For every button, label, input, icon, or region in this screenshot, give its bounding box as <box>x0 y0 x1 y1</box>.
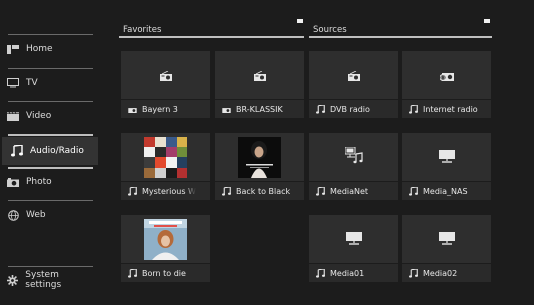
music-note-icon <box>315 186 325 196</box>
tv-icon <box>6 77 20 89</box>
music-note-icon <box>408 186 418 196</box>
tile-internet-radio[interactable]: Internet radio <box>402 51 491 119</box>
nav-divider <box>8 68 93 69</box>
tile-bayern-3[interactable]: Bayern 3 <box>121 51 210 119</box>
globe-icon <box>6 209 20 221</box>
radio-icon <box>347 66 360 85</box>
tile-label: Bayern 3 <box>142 104 178 114</box>
camera-icon <box>6 176 20 188</box>
nav-divider <box>8 34 93 35</box>
tile-label: BR-KLASSIK <box>236 104 283 114</box>
music-note-icon <box>408 268 418 278</box>
favorites-underline <box>119 36 304 38</box>
sources-indicator <box>484 19 490 23</box>
sidebar-item-label: TV <box>26 78 38 88</box>
nas-server-icon <box>438 230 455 249</box>
tile-media-nas[interactable]: Media_NAS <box>402 133 491 201</box>
music-note-icon <box>408 104 418 114</box>
tile-label: Born to die <box>142 268 186 278</box>
nav-divider <box>8 134 93 136</box>
sidebar-item-video[interactable]: Video <box>6 104 94 128</box>
music-note-icon <box>221 186 231 196</box>
sidebar-item-web[interactable]: Web <box>6 203 94 227</box>
tile-label: Internet radio <box>423 104 478 114</box>
tile-medianet[interactable]: MediaNet <box>309 133 398 201</box>
sources-underline <box>309 36 492 38</box>
nav-divider <box>8 200 93 201</box>
sidebar-item-audio-radio[interactable]: Audio/Radio <box>2 137 98 165</box>
sidebar-item-label: Web <box>26 210 46 220</box>
media-network-icon <box>344 146 363 168</box>
sidebar: Home TV Video Audio/Radio Photo Web Syst… <box>0 0 98 305</box>
tile-label: MediaNet <box>330 186 369 196</box>
nas-server-icon <box>438 148 455 167</box>
album-cover-born-to-die <box>144 218 187 260</box>
radio-icon <box>127 106 137 113</box>
radio-icon <box>253 66 266 85</box>
nav-divider <box>8 167 93 169</box>
system-settings-label: System settings <box>25 270 62 290</box>
video-icon <box>6 110 20 122</box>
music-note-icon <box>127 268 137 278</box>
tile-mysterious-w[interactable]: Mysterious W <box>121 133 210 201</box>
gear-icon <box>6 274 19 286</box>
sidebar-item-home[interactable]: Home <box>6 37 94 61</box>
sidebar-item-label: Photo <box>26 177 52 187</box>
tile-label: Back to Black <box>236 186 291 196</box>
music-note-icon <box>127 186 137 196</box>
media-browser: Home TV Video Audio/Radio Photo Web Syst… <box>0 0 534 305</box>
favorites-indicator <box>297 19 303 23</box>
radio-icon <box>221 106 231 113</box>
tile-br-klassik[interactable]: BR-KLASSIK <box>215 51 304 119</box>
nav-divider <box>8 266 93 267</box>
system-settings-button[interactable]: System settings <box>6 268 94 292</box>
tile-media02[interactable]: Media02 <box>402 215 491 283</box>
favorites-title: Favorites <box>123 25 162 35</box>
nav-divider <box>8 101 93 102</box>
album-cover-back-to-black <box>238 136 281 178</box>
nas-server-icon <box>345 230 362 249</box>
tile-label: DVB radio <box>330 104 370 114</box>
tile-born-to-die[interactable]: Born to die <box>121 215 210 283</box>
music-note-icon <box>315 104 325 114</box>
tile-label: Media02 <box>423 268 458 278</box>
music-note-icon <box>315 268 325 278</box>
home-icon <box>6 43 20 55</box>
sidebar-item-label: Home <box>26 44 53 54</box>
radio-icon <box>159 66 172 85</box>
tile-label: Media01 <box>330 268 365 278</box>
sources-title: Sources <box>313 25 347 35</box>
tile-back-to-black[interactable]: Back to Black <box>215 133 304 201</box>
sidebar-item-label: Audio/Radio <box>30 146 84 156</box>
internet-radio-icon <box>439 66 454 85</box>
tile-dvb-radio[interactable]: DVB radio <box>309 51 398 119</box>
sidebar-item-tv[interactable]: TV <box>6 71 94 95</box>
sidebar-item-photo[interactable]: Photo <box>6 170 94 194</box>
music-note-icon <box>10 145 24 157</box>
tile-media01[interactable]: Media01 <box>309 215 398 283</box>
album-cover-collage <box>144 136 187 178</box>
tile-label: Media_NAS <box>423 186 468 196</box>
sidebar-item-label: Video <box>26 111 52 121</box>
tile-label: Mysterious W <box>142 186 196 196</box>
